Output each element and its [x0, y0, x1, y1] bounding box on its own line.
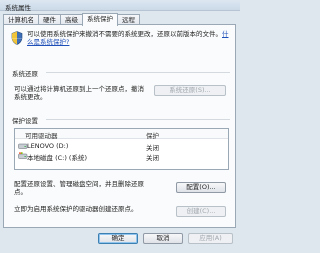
drive-list: 可用驱动器 保护 LENOVO (D:) 关闭 本地磁盘 (C:) (系统) 关… — [14, 128, 229, 170]
divider — [46, 72, 230, 73]
apply-button[interactable]: 应用(A) — [188, 233, 233, 244]
column-protection[interactable]: 保护 — [146, 130, 159, 140]
drive-name: 本地磁盘 (C:) (系统) — [27, 154, 88, 162]
system-restore-text: 可以通过将计算机还原到上一个还原点，撤消系统更改。 — [14, 85, 144, 101]
drive-name: LENOVO (D:) — [27, 142, 69, 150]
intro-text: 可以使用系统保护来撤消不需要的系统更改，还原以前版本的文件。什么是系统保护? — [27, 30, 232, 46]
configure-text: 配置还原设置、管理磁盘空间，并且删除还原点。 — [14, 180, 144, 196]
drive-protection-status: 关闭 — [146, 144, 159, 152]
list-header: 可用驱动器 保护 — [15, 129, 228, 140]
shield-icon — [11, 31, 23, 45]
system-protection-panel: 可以使用系统保护来撤消不需要的系统更改，还原以前版本的文件。什么是系统保护? 系… — [3, 24, 236, 228]
create-button[interactable]: 创建(C)... — [176, 206, 226, 217]
create-text: 立即为启用系统保护的驱动器创建还原点。 — [14, 205, 138, 213]
intro-description: 可以使用系统保护来撤消不需要的系统更改，还原以前版本的文件。 — [27, 30, 222, 38]
column-available-drives[interactable]: 可用驱动器 — [25, 130, 58, 140]
drive-protection-status: 关闭 — [146, 154, 159, 162]
tab-system-protection[interactable]: 系统保护 — [82, 13, 118, 26]
drive-row-system[interactable]: 本地磁盘 (C:) (系统) 关闭 — [15, 152, 228, 162]
protection-settings-group-title: 保护设置 — [12, 117, 38, 125]
divider — [46, 119, 230, 120]
system-restore-group-title: 系统还原 — [12, 70, 38, 78]
system-restore-button[interactable]: 系统还原(S)... — [154, 85, 226, 96]
title-bar: 系统属性 — [0, 0, 240, 12]
ok-button[interactable]: 确定 — [98, 233, 138, 244]
configure-button[interactable]: 配置(O)... — [176, 182, 226, 193]
drive-row-lenovo[interactable]: LENOVO (D:) 关闭 — [15, 142, 228, 152]
window-title: 系统属性 — [5, 4, 31, 12]
cancel-button[interactable]: 取消 — [143, 233, 183, 244]
